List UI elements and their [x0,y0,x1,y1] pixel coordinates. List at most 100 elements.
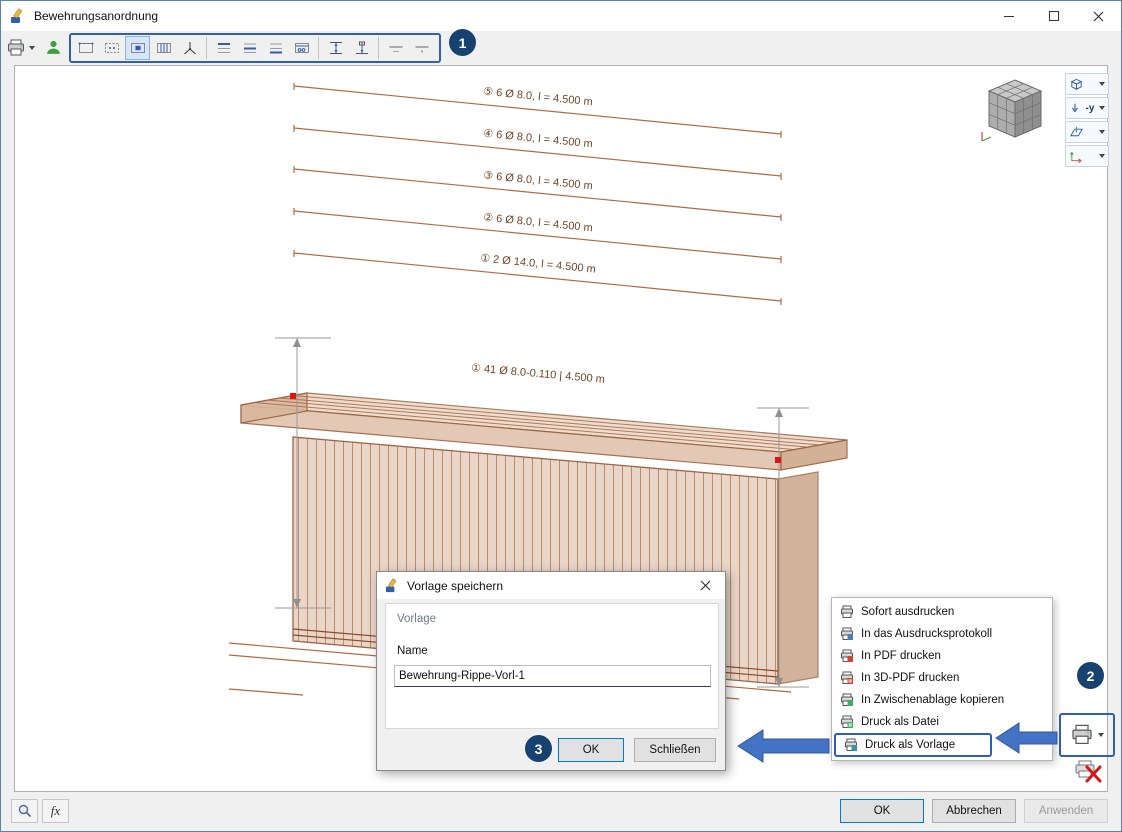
view-cube[interactable] [977,75,1053,145]
print-dropdown-button[interactable] [1059,713,1115,757]
ok-button[interactable]: OK [840,799,924,823]
comment-search-button[interactable] [11,799,38,823]
toolbar-align-top-button[interactable] [211,36,236,60]
person-icon [47,40,60,54]
line-dot-icon [415,46,428,53]
toolbar-points-button[interactable] [99,36,124,60]
close-button[interactable] [1076,1,1121,31]
toolbar-solid-button[interactable] [125,36,150,60]
menu-item-pdf-drucken[interactable]: In PDF drucken [832,645,1052,667]
apply-button[interactable]: Anwenden [1024,799,1108,823]
toolbar-line-dash-button[interactable] [383,36,408,60]
main-toolbar: 1 [1,29,1121,64]
annotation-callout-3: 3 [525,735,552,762]
toolbar-section-circles-button[interactable] [289,36,314,60]
printer-report-icon [840,627,854,641]
annotation-callout-1: 1 [449,29,476,56]
layer-top-icon [217,43,230,53]
dialog-title-bar: Vorlage speichern [377,572,725,599]
toolbar-columns-button[interactable] [151,36,176,60]
printer-icon [840,605,854,619]
chevron-down-icon [1099,154,1105,158]
view-axis-system-button[interactable] [1065,145,1109,167]
chevron-down-icon [1099,82,1105,86]
view-direction-button[interactable]: -y [1065,97,1109,119]
axes-icon [183,42,196,55]
view-isometric-button[interactable] [1065,73,1109,95]
minimize-icon [1003,15,1014,17]
close-icon [700,580,710,591]
toolbar-align-bottom-button[interactable] [263,36,288,60]
print-menu: Sofort ausdrucken In das Ausdrucksprotok… [831,597,1053,761]
dialog-ok-button[interactable]: OK [558,738,624,762]
menu-item-ausdrucksprotokoll[interactable]: In das Ausdrucksprotokoll [832,623,1052,645]
toolbar-separator [206,37,207,59]
arrow-down-icon [1071,103,1079,113]
annotation-highlight-toolbar-group [69,33,441,63]
footer-bar: fx OK Abbrechen Anwenden [1,792,1121,831]
menu-item-druck-als-datei[interactable]: Druck als Datei [832,711,1052,733]
view-direction-label: -y [1085,102,1095,114]
section-label: Vorlage [397,613,437,625]
menu-item-druck-als-vorlage[interactable]: Druck als Vorlage [834,733,992,757]
menu-item-zwischenablage[interactable]: In Zwischenablage kopieren [832,689,1052,711]
save-template-dialog: Vorlage speichern Vorlage Name OK Schlie… [376,571,726,771]
cancel-button[interactable]: Abbrechen [932,799,1016,823]
toolbar-line-dot-button[interactable] [409,36,434,60]
menu-item-label: In das Ausdrucksprotokoll [861,628,993,640]
toolbar-separator [318,37,319,59]
toolbar-align-middle-button[interactable] [237,36,262,60]
dimension-vertical-icon [329,42,342,54]
line-dash-icon [389,46,402,52]
fx-icon: fx [50,803,61,818]
app-icon [11,8,22,23]
toolbar-axes-button[interactable] [177,36,202,60]
title-bar: Bewehrungsanordnung [1,1,1121,31]
user-button[interactable] [40,34,67,61]
template-group-box: Vorlage Name [385,603,719,729]
maximize-button[interactable] [1031,1,1076,31]
view-workplane-button[interactable] [1065,121,1109,143]
toolbar-frame-button[interactable] [73,36,98,60]
dimension-vertical-alt-icon [355,41,368,54]
dotted-frame-icon [104,43,119,53]
dialog-title: Vorlage speichern [407,578,504,593]
menu-item-label: Druck als Vorlage [865,739,956,751]
close-icon [1093,11,1104,21]
menu-item-label: In Zwischenablage kopieren [861,694,1005,706]
cancel-print-button[interactable] [1073,759,1103,790]
dialog-schliessen-button[interactable]: Schließen [634,738,716,762]
frame-icon [78,42,93,53]
printer-clipboard-icon [840,693,854,707]
print-split-toolbar-button[interactable] [1,34,40,61]
axis-system-icon [1070,152,1082,163]
printer-pdf-icon [840,649,854,663]
app-window: Bewehrungsanordnung 1 ⑤ 6 Ø 8.0, l = 4.5… [0,0,1122,832]
printer-3d-pdf-icon [840,671,854,685]
chevron-down-icon [1099,130,1105,134]
toolbar-dim-vertical-button[interactable] [323,36,348,60]
menu-item-3d-pdf-drucken[interactable]: In 3D-PDF drucken [832,667,1052,689]
chevron-down-icon [29,45,35,50]
isometric-cube-icon [1070,78,1083,90]
solid-fill-icon [130,43,145,53]
printer-icon [8,39,24,55]
maximize-icon [1048,11,1059,21]
printer-template-icon [844,738,858,752]
menu-item-label: Druck als Datei [861,716,939,728]
function-button[interactable]: fx [42,799,69,823]
template-name-input[interactable] [394,665,711,687]
workplane-icon [1070,126,1083,137]
menu-item-label: In PDF drucken [861,650,941,662]
cube-axes-icon [981,132,992,142]
toolbar-dim-vertical-2-button[interactable] [349,36,374,60]
menu-item-label: Sofort ausdrucken [861,606,955,618]
chevron-down-icon [1099,106,1105,110]
section-circles-icon [294,43,309,53]
minimize-button[interactable] [986,1,1031,31]
menu-item-label: In 3D-PDF drucken [861,672,960,684]
dialog-close-button[interactable] [685,572,725,599]
dialog-icon [385,578,397,593]
name-label: Name [397,645,428,657]
menu-item-sofort-ausdrucken[interactable]: Sofort ausdrucken [832,601,1052,623]
